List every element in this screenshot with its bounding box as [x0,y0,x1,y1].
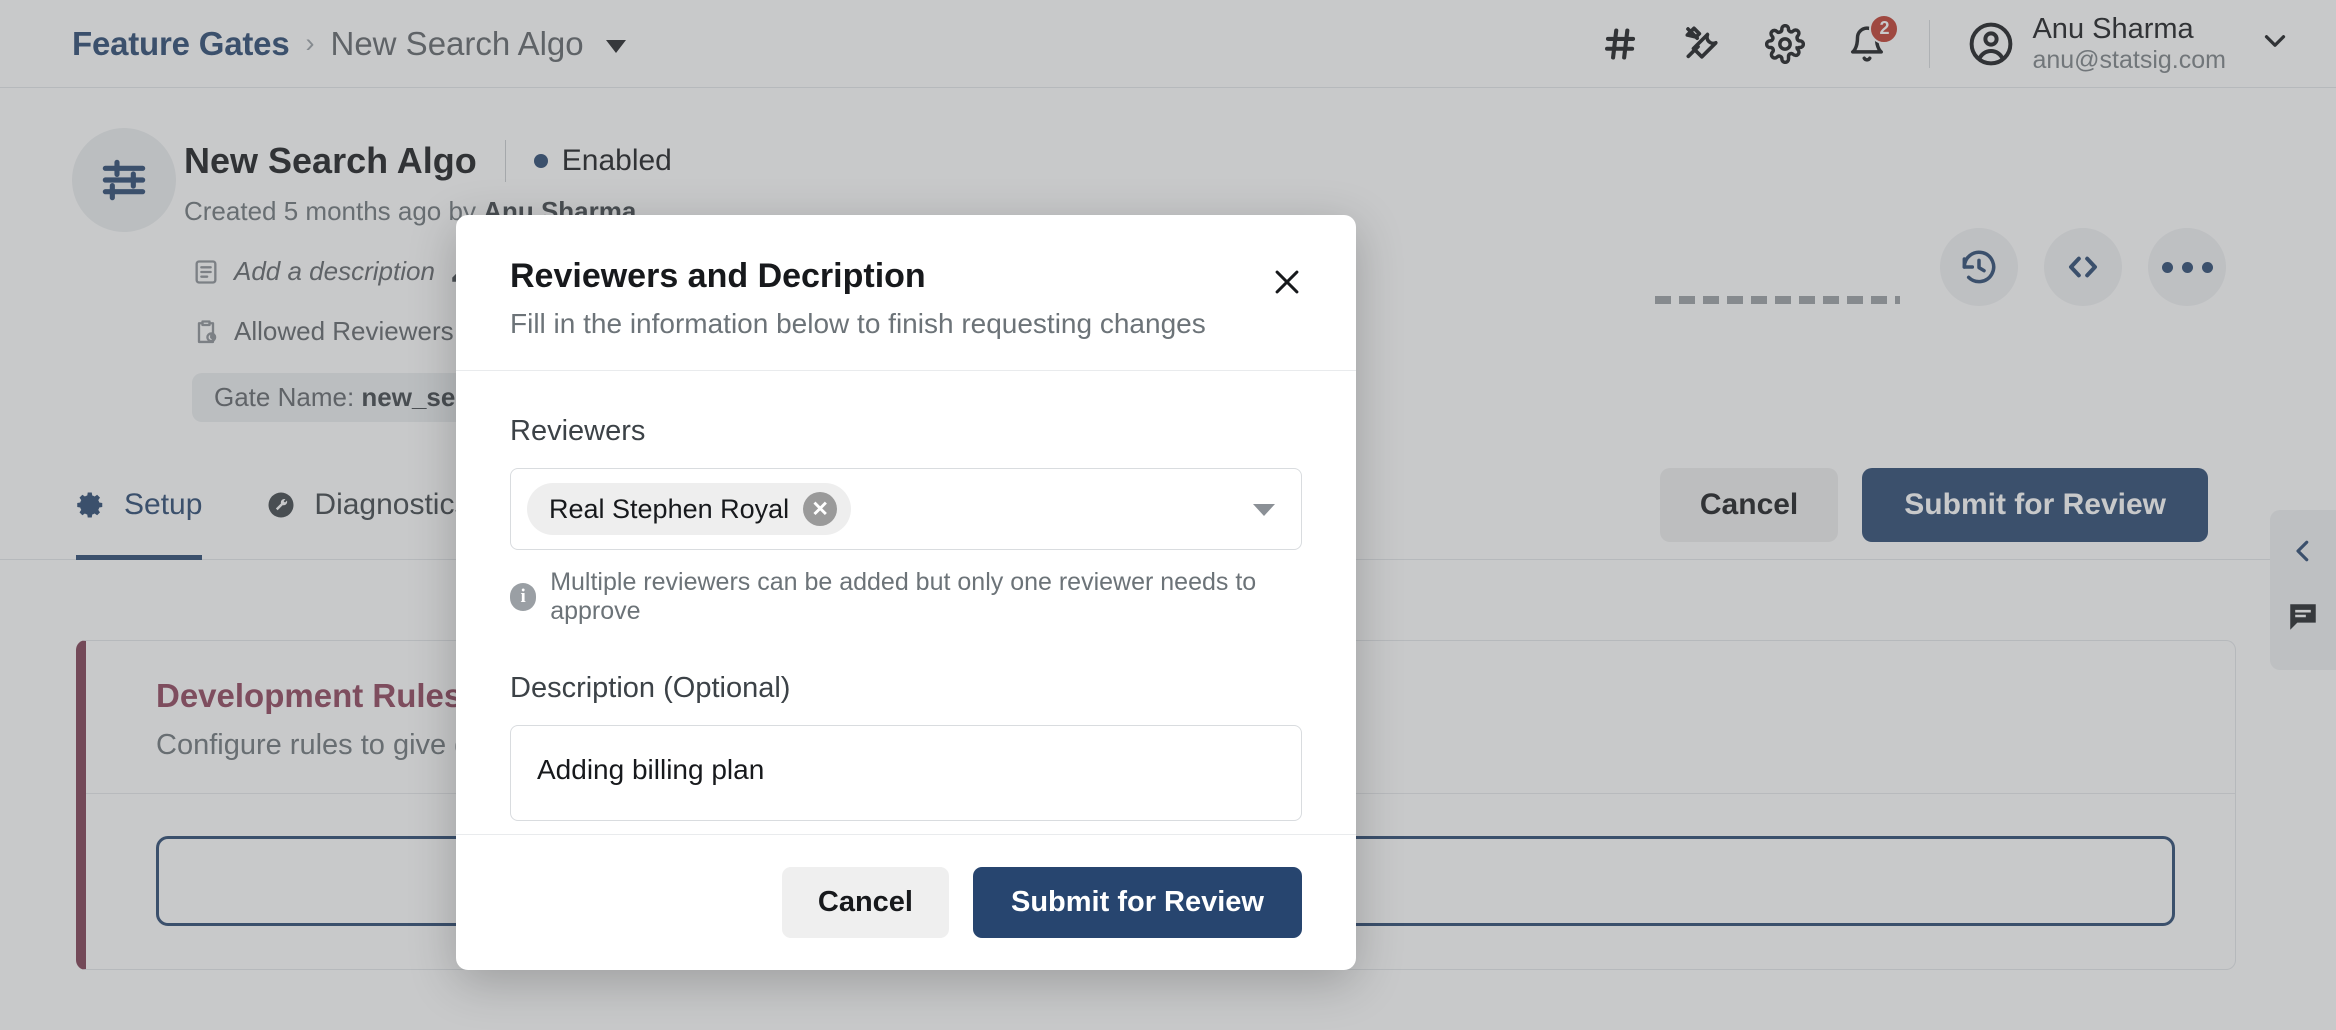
reviewers-helper-text: Multiple reviewers can be added but only… [550,568,1302,626]
reviewers-label: Reviewers [510,415,1302,448]
modal-footer: Cancel Submit for Review [456,834,1356,970]
reviewers-field-block: Reviewers Real Stephen Royal ✕ i Multipl… [510,415,1302,626]
modal-cancel-button[interactable]: Cancel [782,867,949,938]
remove-reviewer-icon[interactable]: ✕ [803,492,837,526]
reviewers-select[interactable]: Real Stephen Royal ✕ [510,468,1302,550]
reviewer-chip: Real Stephen Royal ✕ [527,483,851,535]
modal-title: Reviewers and Decription [510,257,1302,296]
modal-header: Reviewers and Decription Fill in the inf… [456,215,1356,370]
modal-subtitle: Fill in the information below to finish … [510,308,1302,340]
reviewer-chip-label: Real Stephen Royal [549,494,789,525]
info-icon: i [510,583,536,611]
reviewers-and-description-modal: Reviewers and Decription Fill in the inf… [456,215,1356,970]
description-input[interactable]: Adding billing plan [510,725,1302,821]
reviewers-helper: i Multiple reviewers can be added but on… [510,568,1302,626]
reviewers-chevron-down-icon[interactable] [1253,504,1275,516]
modal-body: Reviewers Real Stephen Royal ✕ i Multipl… [456,371,1356,834]
modal-submit-for-review-button[interactable]: Submit for Review [973,867,1302,938]
description-label: Description (Optional) [510,672,1302,705]
description-field-block: Description (Optional) Adding billing pl… [510,672,1302,821]
close-icon[interactable] [1264,259,1310,305]
